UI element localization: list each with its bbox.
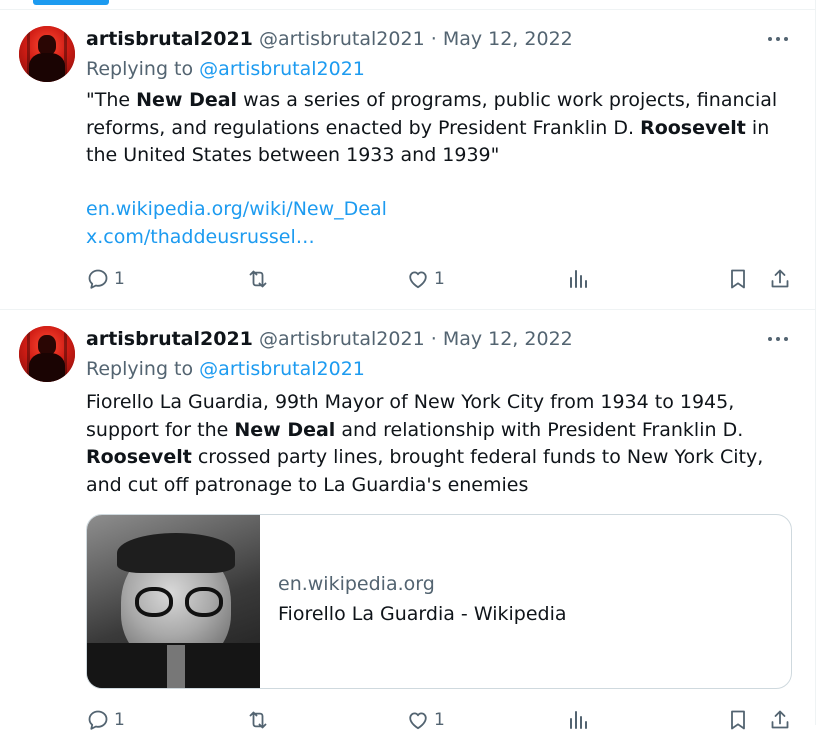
like-icon: [409, 712, 427, 730]
tweet-text: Fiorello La Guardia, 99th Mayor of New Y…: [86, 391, 764, 496]
views-button[interactable]: [566, 705, 590, 735]
tweet-links: en.wikipedia.org/wiki/New_Deal x.com/tha…: [86, 196, 387, 251]
separator: ·: [430, 328, 437, 350]
reply-button[interactable]: 1: [86, 705, 125, 735]
avatar[interactable]: [19, 326, 75, 382]
display-name[interactable]: artisbrutal2021: [86, 28, 253, 50]
reply-count: 1: [114, 269, 125, 289]
tweet-text: "The New Deal was a series of programs, …: [86, 89, 778, 166]
display-name[interactable]: artisbrutal2021: [86, 328, 253, 350]
views-button[interactable]: [566, 264, 590, 294]
replying-handle-link[interactable]: @artisbrutal2021: [199, 358, 365, 380]
more-icon[interactable]: [768, 37, 790, 43]
tweet-actions: 1 1: [0, 264, 815, 294]
bookmark-icon: [731, 710, 745, 730]
card-image: [87, 515, 260, 688]
bookmark-button[interactable]: [726, 705, 750, 735]
reply-button[interactable]: 1: [86, 264, 125, 294]
views-icon: [570, 711, 587, 729]
replying-handle-link[interactable]: @artisbrutal2021: [199, 58, 365, 80]
card-title: Fiorello La Guardia - Wikipedia: [278, 603, 567, 625]
reply-icon: [88, 710, 108, 730]
retweet-button[interactable]: [246, 264, 270, 294]
avatar[interactable]: [19, 26, 75, 82]
replying-to: Replying to @artisbrutal2021: [86, 357, 365, 381]
more-icon[interactable]: [768, 337, 790, 343]
reply-icon: [88, 269, 108, 289]
retweet-icon: [249, 711, 267, 729]
replying-label: Replying to: [86, 358, 194, 380]
tweet[interactable]: artisbrutal2021 @artisbrutal2021 · May 1…: [0, 310, 815, 730]
card-domain: en.wikipedia.org: [278, 573, 435, 595]
tweet[interactable]: artisbrutal2021 @artisbrutal2021 · May 1…: [0, 10, 815, 310]
user-handle[interactable]: @artisbrutal2021: [259, 28, 425, 50]
share-button[interactable]: [768, 264, 792, 294]
like-button[interactable]: 1: [406, 705, 445, 735]
share-button[interactable]: [768, 705, 792, 735]
tweet-date[interactable]: May 12, 2022: [443, 28, 573, 50]
reply-count: 1: [114, 710, 125, 730]
retweet-button[interactable]: [246, 705, 270, 735]
replying-to: Replying to @artisbrutal2021: [86, 57, 365, 81]
bookmark-button[interactable]: [726, 264, 750, 294]
user-handle[interactable]: @artisbrutal2021: [259, 328, 425, 350]
tweet-header: artisbrutal2021 @artisbrutal2021 · May 1…: [86, 27, 573, 51]
link-preview-card[interactable]: en.wikipedia.org Fiorello La Guardia - W…: [86, 514, 792, 689]
bookmark-icon: [731, 269, 745, 289]
like-button[interactable]: 1: [406, 264, 445, 294]
like-icon: [409, 271, 427, 289]
timeline-column: artisbrutal2021 @artisbrutal2021 · May 1…: [0, 0, 816, 730]
tweet-actions: 1 1: [0, 705, 815, 735]
link-x[interactable]: x.com/thaddeusrussel…: [86, 224, 387, 252]
retweet-icon: [249, 270, 267, 288]
separator: ·: [430, 28, 437, 50]
like-count: 1: [434, 269, 445, 289]
tweet-header: artisbrutal2021 @artisbrutal2021 · May 1…: [86, 327, 573, 351]
share-icon: [771, 269, 789, 288]
views-icon: [570, 270, 587, 288]
tweet-date[interactable]: May 12, 2022: [443, 328, 573, 350]
replying-label: Replying to: [86, 58, 194, 80]
active-tab-indicator: [33, 0, 109, 5]
share-icon: [771, 710, 789, 729]
link-wikipedia[interactable]: en.wikipedia.org/wiki/New_Deal: [86, 196, 387, 224]
like-count: 1: [434, 710, 445, 730]
